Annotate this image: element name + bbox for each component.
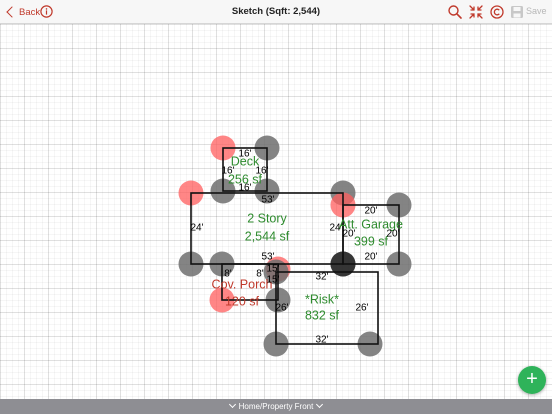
att-garage-dimension-right: 20' (386, 229, 399, 240)
save-disk-icon[interactable] (509, 4, 525, 20)
att-garage-dimension-bottom: 20' (364, 252, 377, 263)
deck-dimension-bottom: 16' (238, 183, 251, 194)
att-garage-dimension-top: 20' (364, 206, 377, 217)
back-button-label: Back (19, 6, 41, 18)
collapse-icon[interactable] (468, 4, 484, 20)
save-button[interactable]: Save (526, 6, 547, 16)
cov-porch-dimension-left: 8' (224, 269, 232, 280)
cov-porch-dimension-right: 8' (256, 269, 264, 280)
att-garage-dimension-left: 20' (342, 229, 355, 240)
deck-dimension-right: 16' (255, 166, 268, 177)
att-garage-sqft-label: 399 sf (354, 234, 389, 248)
sketch-canvas[interactable]: Deck 256 sf 16' 16' 16' 16' 2 Story 2,544 sf 53'… (0, 24, 552, 399)
two-story-dimension-left: 24' (190, 223, 203, 234)
location-label: Home/Property Front (238, 402, 314, 411)
deck-dimension-top: 16' (238, 149, 251, 160)
info-icon[interactable] (40, 5, 53, 18)
two-story-name-label: 2 Story (247, 211, 287, 225)
risk-name-label: *Risk* (305, 292, 339, 306)
location-selector[interactable]: Home/Property Front (0, 399, 552, 414)
cov-porch-sqft-label: 120 sf (225, 294, 260, 308)
sketch-drawing[interactable]: Deck256 sf16'16'16' 16'2 Story2,544 sf53'… (0, 24, 552, 399)
copyright-icon[interactable] (489, 4, 505, 20)
navigation-bar: Back Sketch (Sqft: 2,544) Save (0, 0, 552, 24)
add-area-button[interactable]: + (518, 366, 546, 394)
cov-porch-dimension-bottom: 15' (266, 275, 279, 286)
cov-porch-dimension-top: 15' (266, 264, 279, 275)
risk-dimension-top: 32' (315, 272, 328, 283)
back-button[interactable]: Back (2, 2, 40, 22)
chevron-left-icon (6, 6, 18, 18)
chevron-down-icon (228, 400, 236, 409)
search-icon[interactable] (447, 4, 463, 20)
risk-sqft-label: 832 sf (305, 308, 340, 322)
two-story-dimension-bottom: 53' (261, 252, 274, 263)
risk-dimension-left: 26' (275, 303, 288, 314)
risk-dimension-right: 26' (355, 303, 368, 314)
two-story-dimension-top: 53' (261, 195, 274, 206)
risk-dimension-bottom: 32' (315, 335, 328, 346)
deck-dimension-left: 16' (221, 166, 234, 177)
chevron-down-icon (316, 400, 324, 409)
two-story-sqft-label: 2,544 sf (245, 229, 290, 243)
